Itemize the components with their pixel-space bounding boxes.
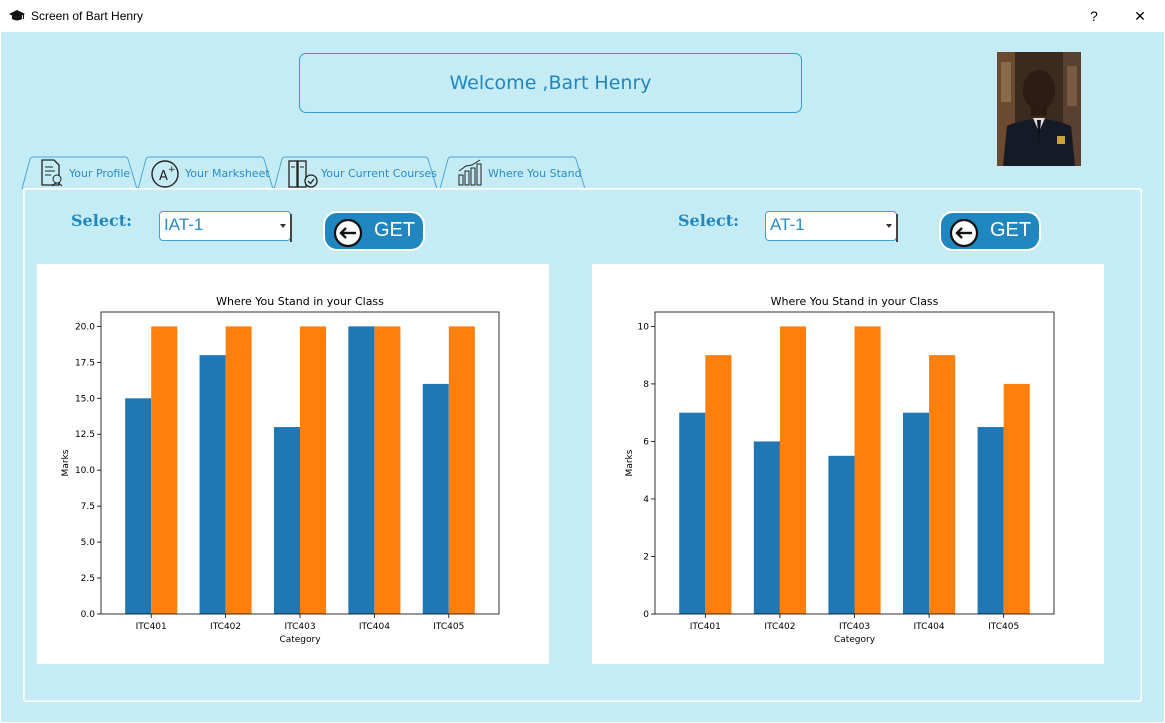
y-tick-label: 4 (643, 495, 649, 505)
bar-itc405-series-1 (977, 427, 1004, 614)
x-tick-label: ITC402 (764, 622, 795, 632)
welcome-text: Welcome ,Bart Henry (449, 72, 652, 94)
y-tick-label: 8 (643, 380, 649, 390)
get-button-label: GET (990, 219, 1032, 241)
welcome-banner: Welcome ,Bart Henry (299, 53, 802, 113)
y-tick-label: 7.5 (81, 502, 95, 512)
arrow-left-circle-icon (949, 218, 979, 248)
bar-itc402-series-2 (779, 326, 807, 614)
close-icon: ✕ (1134, 7, 1146, 24)
chevron-down-icon (886, 224, 892, 228)
x-tick-label: ITC405 (433, 622, 464, 632)
bar-itc401-series-2 (151, 326, 178, 614)
bar-itc402-series-2 (225, 326, 252, 614)
right-get-button[interactable]: GET (939, 211, 1041, 251)
bar-itc404-series-1 (348, 326, 375, 614)
bar-itc404-series-2 (929, 355, 956, 614)
tab-label: Your Marksheet (185, 167, 270, 180)
right-bar-chart: Where You Stand in your Class ITC401 ITC40… (592, 264, 1104, 664)
right-exam-select-value: AT-1 (770, 215, 805, 234)
title-bar: Screen of Bart Henry ? ✕ (0, 0, 1165, 32)
bar-itc404-series-1 (902, 412, 930, 614)
bar-itc401-series-1 (125, 398, 152, 614)
y-axis-label: Marks (625, 449, 635, 476)
x-tick-label: ITC402 (210, 622, 241, 632)
y-tick-label: 15.0 (75, 394, 95, 404)
tab-your-profile[interactable]: Your Profile (21, 156, 139, 190)
bar-itc401-series-2 (705, 355, 732, 614)
get-button-label: GET (374, 219, 416, 241)
close-button[interactable]: ✕ (1117, 0, 1163, 32)
y-tick-label: 10 (638, 322, 650, 332)
books-icon (288, 160, 318, 188)
y-tick-label: 17.5 (75, 358, 95, 368)
chart-canvas: Where You Stand in your Class ITC401 ITC40… (61, 295, 500, 645)
y-tick-label: 10.0 (75, 466, 95, 476)
chart-canvas: Where You Stand in your Class ITC401 ITC40… (625, 295, 1055, 645)
chart-title: Where You Stand in your Class (216, 295, 384, 308)
grade-a-plus-icon: A + (151, 160, 179, 188)
profile-document-icon (41, 159, 63, 187)
help-button[interactable]: ? (1071, 0, 1117, 32)
x-tick-label: ITC404 (359, 622, 390, 632)
tab-your-current-courses[interactable]: Your Current Courses (273, 156, 439, 190)
y-tick-label: 0.0 (81, 610, 96, 620)
bar-itc402-series-1 (199, 355, 226, 614)
help-icon: ? (1090, 8, 1098, 24)
tab-where-you-stand[interactable]: Where You Stand (439, 156, 587, 190)
y-axis-label: Marks (61, 449, 71, 476)
left-exam-select-value: IAT-1 (164, 215, 204, 234)
x-tick-label: ITC401 (136, 622, 167, 632)
right-exam-select[interactable]: AT-1 (765, 211, 898, 242)
y-tick-label: 12.5 (75, 430, 95, 440)
bar-itc403-series-1 (828, 455, 855, 614)
y-tick-label: 2 (643, 552, 649, 562)
left-get-button[interactable]: GET (323, 211, 425, 251)
x-tick-label: ITC403 (284, 622, 315, 632)
x-axis-label: Category (834, 635, 876, 645)
tab-label: Where You Stand (488, 167, 582, 180)
bar-itc405-series-2 (1003, 383, 1030, 614)
bar-itc405-series-2 (448, 326, 475, 614)
tab-label: Your Profile (69, 167, 131, 180)
left-exam-select[interactable]: IAT-1 (159, 211, 292, 242)
combo-edge (290, 214, 292, 242)
bar-itc404-series-2 (374, 326, 401, 614)
bar-itc401-series-1 (679, 412, 706, 614)
right-select-label: Select: (678, 211, 740, 230)
bar-itc402-series-1 (753, 441, 780, 614)
x-axis-label: Category (279, 635, 321, 645)
bar-itc405-series-1 (422, 383, 449, 614)
profile-photo (997, 52, 1081, 166)
y-tick-label: 0 (643, 610, 649, 620)
client-area: Welcome ,Bart Henry Your Profile A + You… (1, 32, 1164, 722)
chevron-down-icon (280, 224, 286, 228)
arrow-left-circle-icon (333, 218, 363, 248)
bar-chart-icon (458, 159, 482, 186)
bar-itc403-series-2 (854, 326, 881, 614)
x-tick-label: ITC401 (690, 622, 721, 632)
bar-itc403-series-2 (300, 326, 327, 614)
svg-text:+: + (168, 165, 176, 175)
window-title: Screen of Bart Henry (31, 9, 144, 23)
x-tick-label: ITC404 (914, 622, 945, 632)
x-tick-label: ITC405 (988, 622, 1019, 632)
x-tick-label: ITC403 (839, 622, 870, 632)
chart-title: Where You Stand in your Class (771, 295, 939, 308)
left-select-label: Select: (71, 211, 133, 230)
tab-label: Your Current Courses (321, 167, 437, 180)
svg-text:A: A (159, 169, 168, 184)
left-bar-chart: Where You Stand in your Class ITC401 ITC40… (37, 264, 549, 664)
y-tick-label: 20.0 (75, 322, 95, 332)
graduation-cap-icon (9, 10, 25, 21)
where-you-stand-panel: Select: IAT-1 GET Select: AT-1 GET Where… (23, 188, 1142, 702)
bar-itc403-series-1 (273, 427, 300, 614)
y-tick-label: 6 (643, 437, 649, 447)
combo-edge (896, 214, 898, 242)
y-tick-label: 2.5 (81, 574, 95, 584)
y-tick-label: 5.0 (81, 538, 96, 548)
tab-your-marksheet[interactable]: A + Your Marksheet (137, 156, 275, 190)
